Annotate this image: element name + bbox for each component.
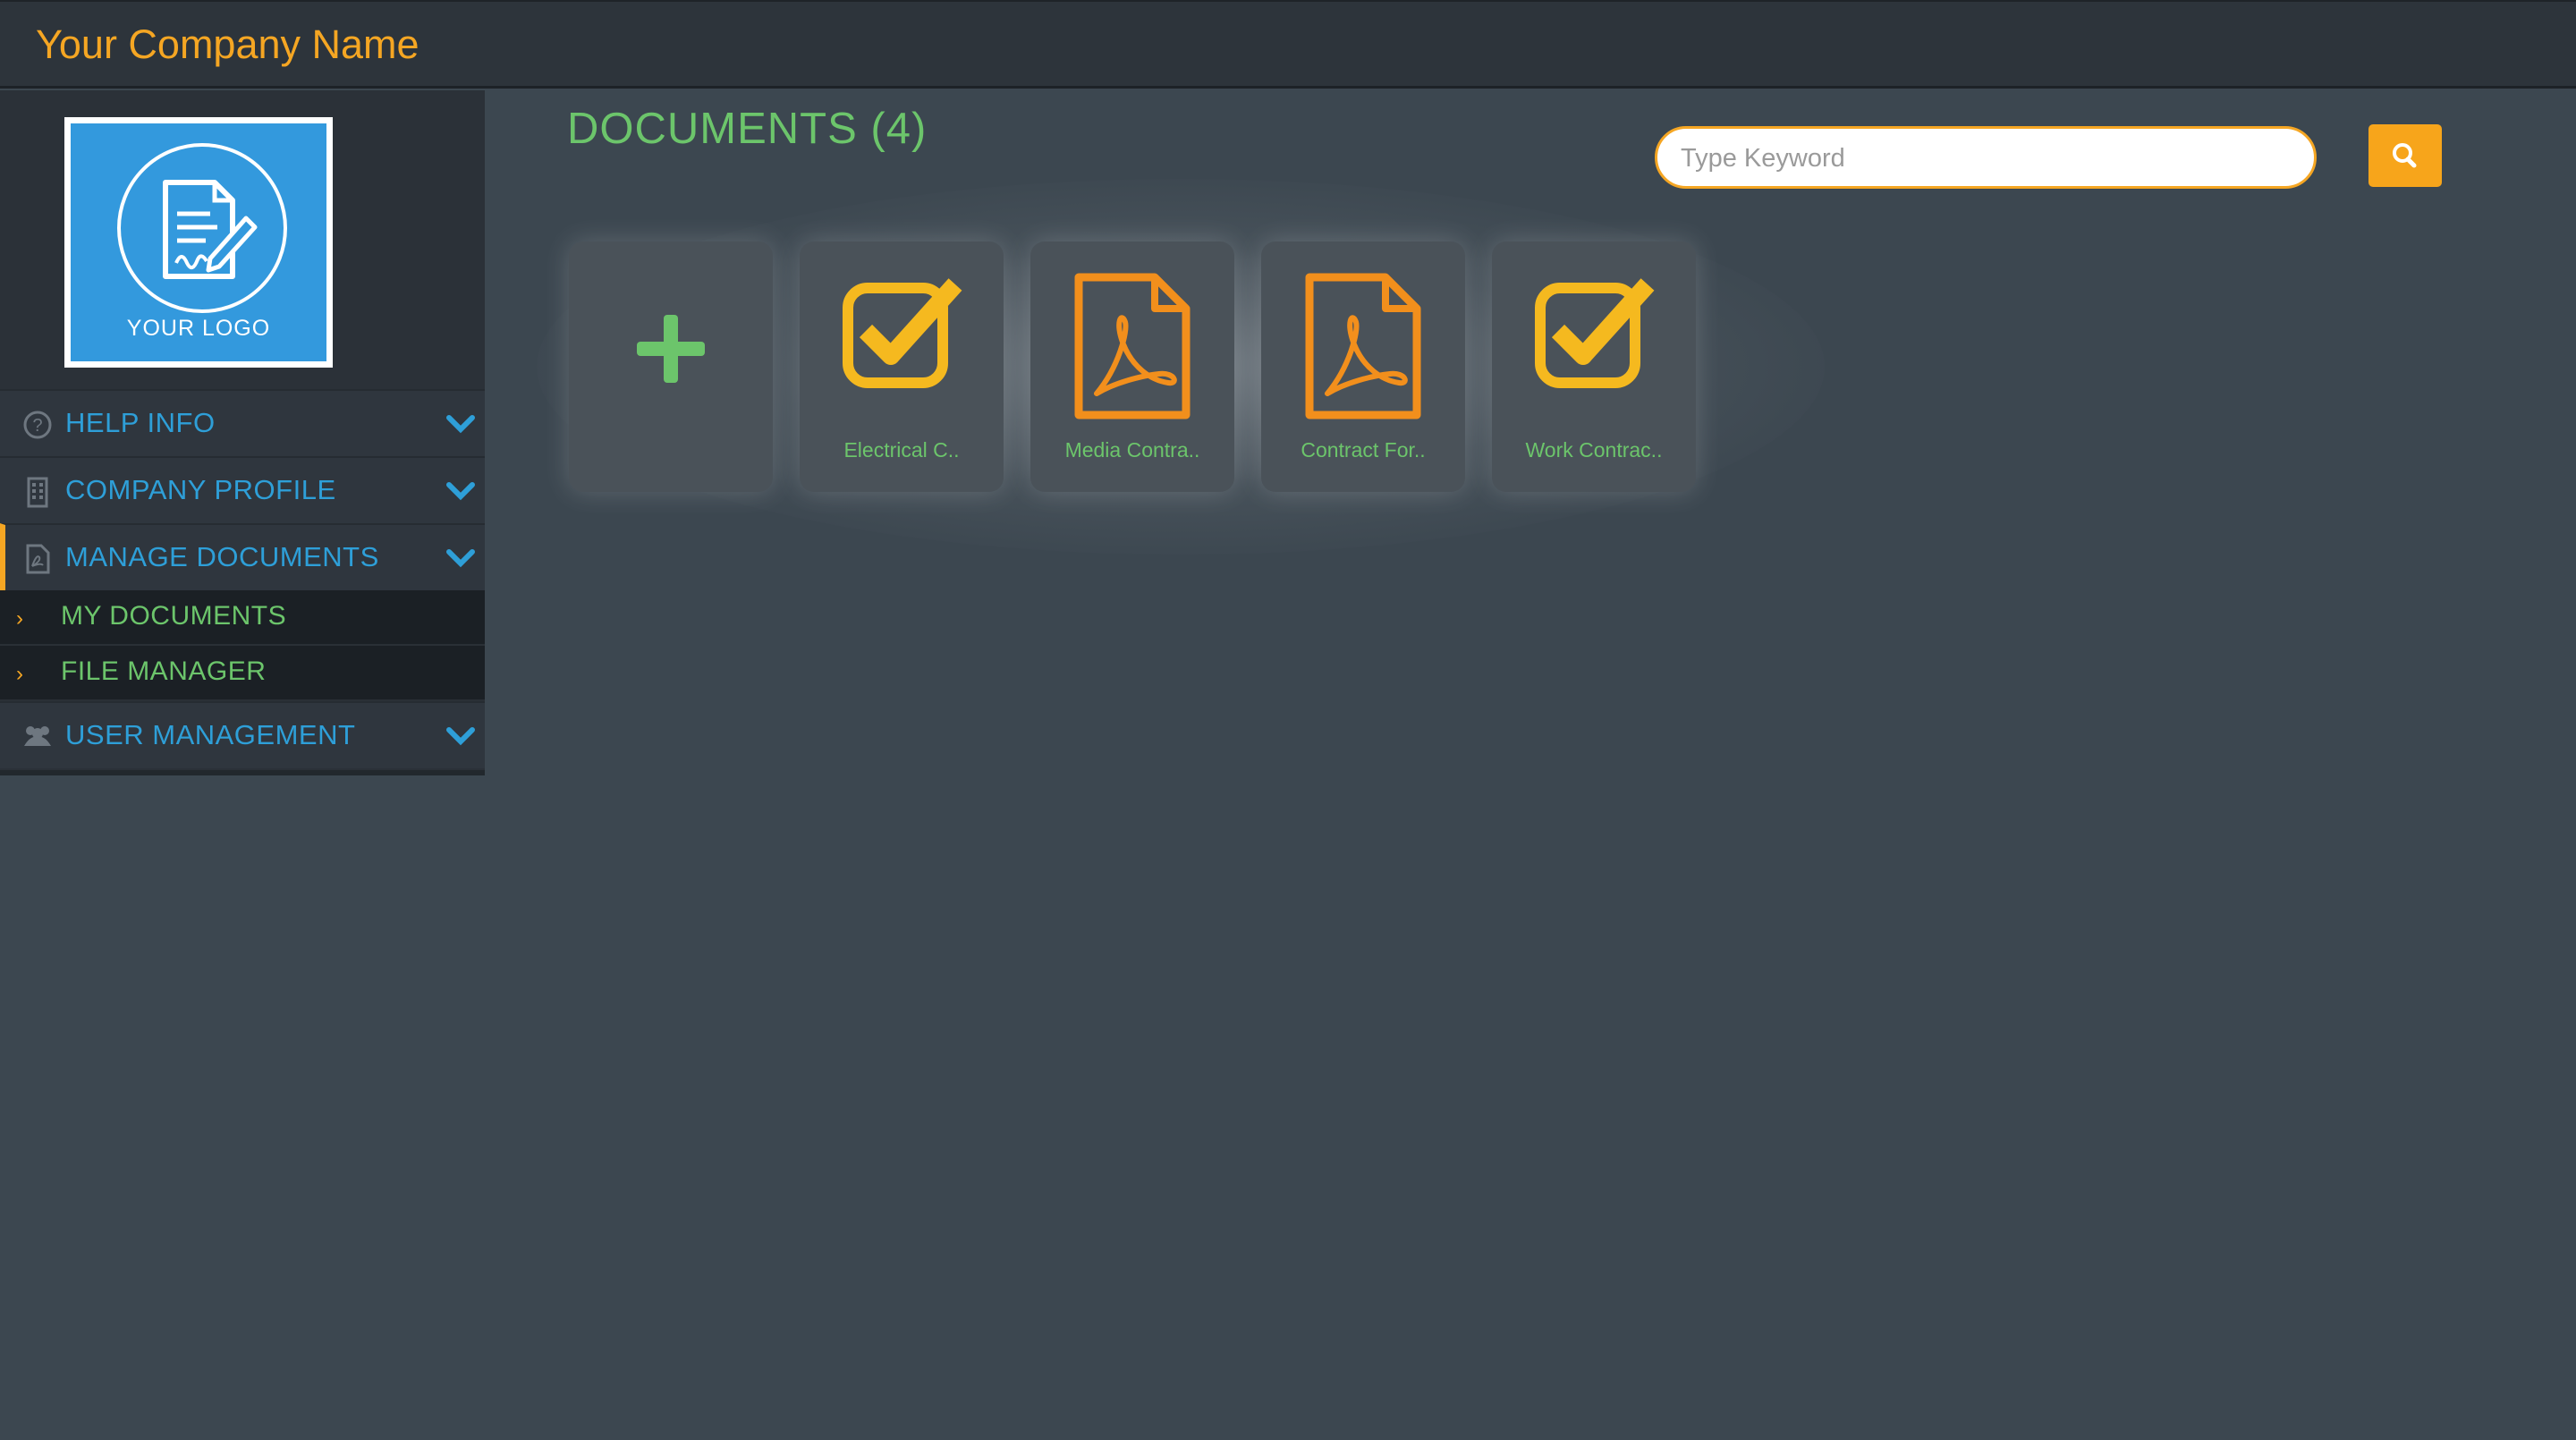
logo-text: YOUR LOGO <box>126 316 271 341</box>
checkbox-checked-icon <box>843 278 962 388</box>
logo-area: YOUR LOGO <box>0 90 485 389</box>
top-bar: Your Company Name <box>0 0 2576 89</box>
svg-text:?: ? <box>32 416 42 436</box>
sidebar-item-label: COMPANY PROFILE <box>65 474 336 505</box>
sidebar-subitem-file-manager[interactable]: › FILE MANAGER <box>0 646 485 701</box>
chevron-down-icon[interactable] <box>445 412 476 436</box>
search-bar <box>1655 126 2317 189</box>
sidebar-item-label: HELP INFO <box>65 407 216 438</box>
add-plus-icon <box>637 315 705 383</box>
chevron-down-icon[interactable] <box>445 724 476 748</box>
company-logo[interactable]: YOUR LOGO <box>64 117 333 368</box>
chevron-down-icon[interactable] <box>445 479 476 503</box>
sidebar-item-company-profile[interactable]: COMPANY PROFILE <box>0 456 485 523</box>
document-sign-icon <box>117 143 287 313</box>
sidebar-item-label: USER MANAGEMENT <box>65 719 356 750</box>
search-button[interactable] <box>2368 124 2442 187</box>
sidebar-item-help-info[interactable]: ? HELP INFO <box>0 389 485 456</box>
question-circle-icon: ? <box>23 411 52 439</box>
card-label: Contract For.. <box>1301 438 1426 462</box>
pdf-file-icon <box>26 544 50 574</box>
pdf-file-icon <box>1074 273 1191 419</box>
card-label: Work Contrac.. <box>1525 438 1663 462</box>
sidebar-subitem-my-documents[interactable]: › MY DOCUMENTS <box>0 590 485 646</box>
sidebar-subitem-label: MY DOCUMENTS <box>61 601 287 631</box>
checkbox-checked-icon <box>1535 278 1655 388</box>
document-card[interactable]: Work Contrac.. <box>1492 241 1696 492</box>
pdf-file-icon <box>1305 273 1421 419</box>
company-name[interactable]: Your Company Name <box>36 21 419 68</box>
search-input[interactable] <box>1679 138 2291 179</box>
card-label: Electrical C.. <box>843 438 960 462</box>
building-icon <box>27 477 48 508</box>
sidebar-subitem-label: FILE MANAGER <box>61 656 267 686</box>
sidebar-item-label: MANAGE DOCUMENTS <box>65 541 379 572</box>
sidebar: YOUR LOGO ? HELP INFO COMPANY PROFILE MA… <box>0 90 485 775</box>
search-icon <box>2393 143 2417 168</box>
chevron-down-icon[interactable] <box>445 546 476 570</box>
document-card[interactable]: Electrical C.. <box>800 241 1004 492</box>
sidebar-item-user-management[interactable]: USER MANAGEMENT <box>0 701 485 768</box>
sidebar-item-manage-documents[interactable]: MANAGE DOCUMENTS <box>0 523 485 590</box>
users-icon <box>24 726 51 746</box>
page-title: DOCUMENTS (4) <box>567 105 928 153</box>
document-card[interactable]: Contract For.. <box>1261 241 1465 492</box>
document-card[interactable]: Media Contra.. <box>1030 241 1234 492</box>
add-document-card[interactable] <box>569 241 773 492</box>
chevron-right-icon: › <box>16 662 23 686</box>
card-label: Media Contra.. <box>1064 438 1200 462</box>
chevron-right-icon: › <box>16 606 23 631</box>
